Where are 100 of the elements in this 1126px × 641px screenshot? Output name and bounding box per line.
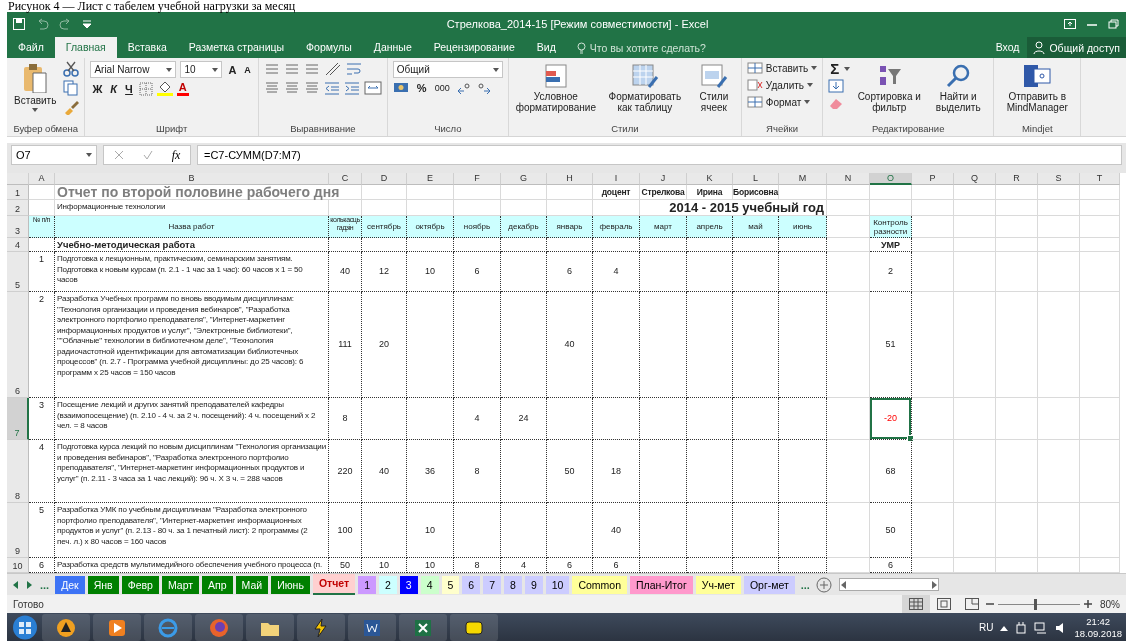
font-size-dropdown[interactable]: 10: [180, 61, 223, 78]
row-header[interactable]: 1: [7, 185, 29, 200]
row-header[interactable]: 5: [7, 252, 29, 292]
sheet-tab[interactable]: 2: [378, 575, 397, 594]
scroll-right-icon[interactable]: [929, 580, 938, 589]
save-icon[interactable]: [13, 18, 25, 30]
sheet-tab[interactable]: 4: [420, 575, 439, 594]
cell-styles-icon[interactable]: [699, 63, 728, 89]
page-break-icon[interactable]: [965, 598, 979, 610]
more-sheets-button[interactable]: ...: [37, 578, 53, 591]
language-indicator[interactable]: RU: [979, 622, 994, 633]
font-color-button[interactable]: A: [176, 81, 189, 96]
sheet-tab[interactable]: Уч-мет: [695, 575, 741, 594]
scroll-left-icon[interactable]: [839, 580, 848, 589]
percent-button[interactable]: %: [414, 82, 429, 94]
column-header[interactable]: J: [640, 173, 687, 185]
sheet-tab[interactable]: План-Итог: [630, 575, 693, 594]
zoom-in-icon[interactable]: [1084, 600, 1092, 608]
tray-expand-icon[interactable]: [1000, 624, 1009, 631]
column-header[interactable]: F: [454, 173, 501, 185]
taskbar-button[interactable]: [93, 614, 141, 641]
scroll-right-icon[interactable]: [24, 579, 34, 590]
sheet-tab[interactable]: 1: [358, 575, 376, 594]
grow-font-button[interactable]: A: [226, 63, 239, 76]
column-header[interactable]: R: [996, 173, 1038, 185]
ribbon-display-icon[interactable]: [1064, 19, 1076, 29]
taskbar-button[interactable]: [42, 614, 90, 641]
row-header[interactable]: 10: [7, 558, 29, 573]
scroll-left-icon[interactable]: [11, 579, 21, 590]
caret-icon[interactable]: [166, 67, 173, 72]
styles-button[interactable]: Условное форматирование: [513, 61, 598, 115]
shrink-font-button[interactable]: A: [242, 64, 253, 75]
sign-in-link[interactable]: Вход: [987, 37, 1028, 58]
column-header[interactable]: K: [687, 173, 733, 185]
thousands-button[interactable]: 000: [432, 83, 452, 93]
taskbar-button[interactable]: [348, 614, 396, 641]
sheet-tab[interactable]: 10: [545, 575, 570, 594]
column-header[interactable]: D: [362, 173, 407, 185]
find-select-button[interactable]: Найти и выделить: [928, 61, 989, 115]
column-header[interactable]: C: [329, 173, 362, 185]
caret-icon[interactable]: [811, 66, 818, 70]
name-box[interactable]: O7: [11, 145, 97, 165]
caret-icon[interactable]: [844, 66, 851, 71]
ribbon-tab[interactable]: Главная: [54, 37, 117, 58]
taskbar-button[interactable]: [399, 614, 447, 641]
page-layout-icon[interactable]: [937, 598, 951, 610]
column-header[interactable]: Q: [954, 173, 996, 185]
column-header[interactable]: L: [733, 173, 779, 185]
mindmanager-button[interactable]: Отправить в MindManager: [999, 61, 1076, 115]
italic-button[interactable]: К: [108, 82, 120, 95]
row-header[interactable]: 7: [7, 398, 29, 440]
autosum-button[interactable]: Σ: [828, 61, 842, 76]
conditional-format-icon[interactable]: [542, 63, 569, 89]
brush-icon[interactable]: [63, 99, 80, 115]
sheet-tab[interactable]: Отчет: [312, 574, 356, 595]
zoom-thumb[interactable]: [1033, 598, 1037, 610]
sheet-tab[interactable]: Июнь: [271, 575, 310, 594]
fill-down-icon[interactable]: [828, 79, 845, 93]
sheet-tab[interactable]: 9: [524, 575, 543, 594]
column-header[interactable]: E: [407, 173, 454, 185]
sheet-tab[interactable]: Орг-мет: [743, 575, 795, 594]
font-name-dropdown[interactable]: Arial Narrow: [90, 61, 177, 78]
sheet-tab[interactable]: Common: [572, 575, 627, 594]
taskbar-button[interactable]: [297, 614, 345, 641]
cells-button[interactable]: Формат: [746, 95, 818, 109]
power-icon[interactable]: [1015, 621, 1028, 634]
column-header[interactable]: S: [1038, 173, 1080, 185]
scissors-icon[interactable]: [63, 61, 80, 77]
caret-icon[interactable]: [86, 153, 92, 157]
taskbar-button[interactable]: [246, 614, 294, 641]
sheet-tab[interactable]: Февр: [121, 575, 159, 594]
caret-icon[interactable]: [32, 108, 39, 112]
underline-button[interactable]: Ч: [123, 82, 135, 95]
sheet-tab[interactable]: Март: [161, 575, 200, 594]
column-header[interactable]: A: [29, 173, 55, 185]
column-header[interactable]: H: [547, 173, 593, 185]
decrease-decimal-icon[interactable]: [475, 81, 492, 95]
sheet-tab[interactable]: 3: [399, 575, 418, 594]
currency-icon[interactable]: [392, 81, 411, 95]
orientation-icon[interactable]: [323, 61, 342, 77]
insert-function-button[interactable]: fx: [171, 147, 181, 163]
fill-color-icon[interactable]: [156, 81, 173, 96]
ribbon-tab[interactable]: Формулы: [295, 37, 363, 58]
sheet-tab[interactable]: Апр: [202, 575, 233, 594]
column-header[interactable]: T: [1080, 173, 1120, 185]
caret-icon[interactable]: [807, 83, 814, 87]
number-format-dropdown[interactable]: Общий: [392, 61, 503, 78]
sheet-tab[interactable]: 5: [441, 575, 460, 594]
more-sheets-button[interactable]: ...: [797, 578, 813, 591]
row-header[interactable]: 2: [7, 200, 29, 216]
ribbon-tab[interactable]: Рецензирование: [422, 37, 526, 58]
sort-filter-button[interactable]: Сортировка и фильтр: [855, 61, 924, 115]
clipboard-icon[interactable]: [22, 63, 49, 93]
sheet-tab[interactable]: Янв: [87, 575, 119, 594]
normal-view-icon[interactable]: [909, 598, 923, 610]
styles-button[interactable]: Форматировать как таблицу: [602, 61, 687, 115]
row-header[interactable]: 8: [7, 440, 29, 503]
taskbar-button[interactable]: [450, 614, 498, 641]
zoom-out-icon[interactable]: [986, 600, 994, 608]
column-header[interactable]: G: [501, 173, 547, 185]
